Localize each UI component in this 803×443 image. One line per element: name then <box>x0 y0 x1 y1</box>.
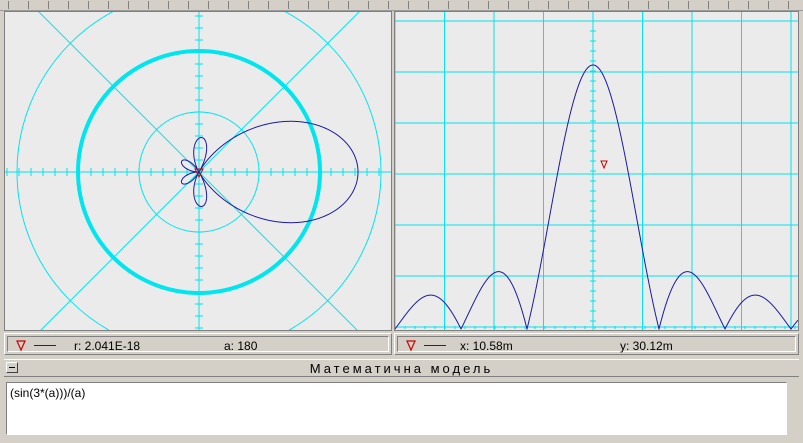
ruler-tick <box>548 1 549 9</box>
rect-x-readout: x: 10.58m <box>460 339 513 353</box>
ruler-tick <box>368 1 369 9</box>
cursor-marker-icon <box>406 340 416 352</box>
polar-status-bar: r: 2.041E-18 a: 180 <box>4 333 392 355</box>
ruler-tick <box>788 1 789 9</box>
formula-text[interactable]: (sin(3*(a)))/(a) <box>10 386 85 400</box>
ruler-tick <box>48 1 49 9</box>
section-title: Математична модель <box>309 361 494 376</box>
rectangular-plot-panel[interactable] <box>394 11 799 331</box>
ruler-tick <box>308 1 309 9</box>
ruler-tick <box>148 1 149 9</box>
ruler-tick <box>88 1 89 9</box>
ruler-tick <box>8 1 9 9</box>
ruler-tick <box>28 1 29 9</box>
ruler-tick <box>168 1 169 9</box>
model-section-header: Математична модель <box>4 359 799 377</box>
formula-input[interactable]: (sin(3*(a)))/(a) <box>6 382 787 435</box>
ruler-tick <box>748 1 749 9</box>
ruler-tick <box>68 1 69 9</box>
ruler-tick <box>648 1 649 9</box>
polar-r-readout: r: 2.041E-18 <box>74 339 141 353</box>
ruler-tick <box>328 1 329 9</box>
ruler-tick <box>728 1 729 9</box>
polar-plot-panel[interactable] <box>4 11 392 331</box>
rect-series-line <box>395 64 798 330</box>
app-window: r: 2.041E-18 a: 180 x: 10.58m y: 30.12m … <box>0 0 803 443</box>
ruler-tick <box>508 1 509 9</box>
ruler-tick <box>528 1 529 9</box>
rect-y-readout: y: 30.12m <box>620 339 673 353</box>
ruler-tick <box>428 1 429 9</box>
ruler-tick <box>768 1 769 9</box>
polar-chart[interactable] <box>5 12 391 330</box>
cursor-marker-icon <box>16 340 26 352</box>
rectangular-chart[interactable] <box>395 12 798 330</box>
ruler-tick <box>348 1 349 9</box>
window-bottom-edge <box>0 437 803 443</box>
ruler-tick <box>568 1 569 9</box>
rect-cursor-marker <box>600 160 608 170</box>
ruler-tick <box>288 1 289 9</box>
ruler-tick <box>188 1 189 9</box>
ruler-tick <box>628 1 629 9</box>
ruler-tick <box>708 1 709 9</box>
ruler-tick <box>448 1 449 9</box>
ruler-tick <box>588 1 589 9</box>
ruler-tick <box>388 1 389 9</box>
ruler-tick <box>408 1 409 9</box>
rect-status-bar: x: 10.58m y: 30.12m <box>394 333 799 355</box>
polar-angle-readout: a: 180 <box>224 339 258 353</box>
ruler-tick <box>248 1 249 9</box>
ruler-tick <box>468 1 469 9</box>
top-ruler <box>0 0 803 11</box>
ruler-tick <box>128 1 129 9</box>
ruler-tick <box>688 1 689 9</box>
series-line-icon <box>424 345 446 346</box>
ruler-tick <box>228 1 229 9</box>
ruler-tick <box>608 1 609 9</box>
series-line-icon <box>34 345 56 346</box>
ruler-tick <box>108 1 109 9</box>
ruler-tick <box>268 1 269 9</box>
ruler-tick <box>488 1 489 9</box>
ruler-tick <box>668 1 669 9</box>
ruler-tick <box>208 1 209 9</box>
